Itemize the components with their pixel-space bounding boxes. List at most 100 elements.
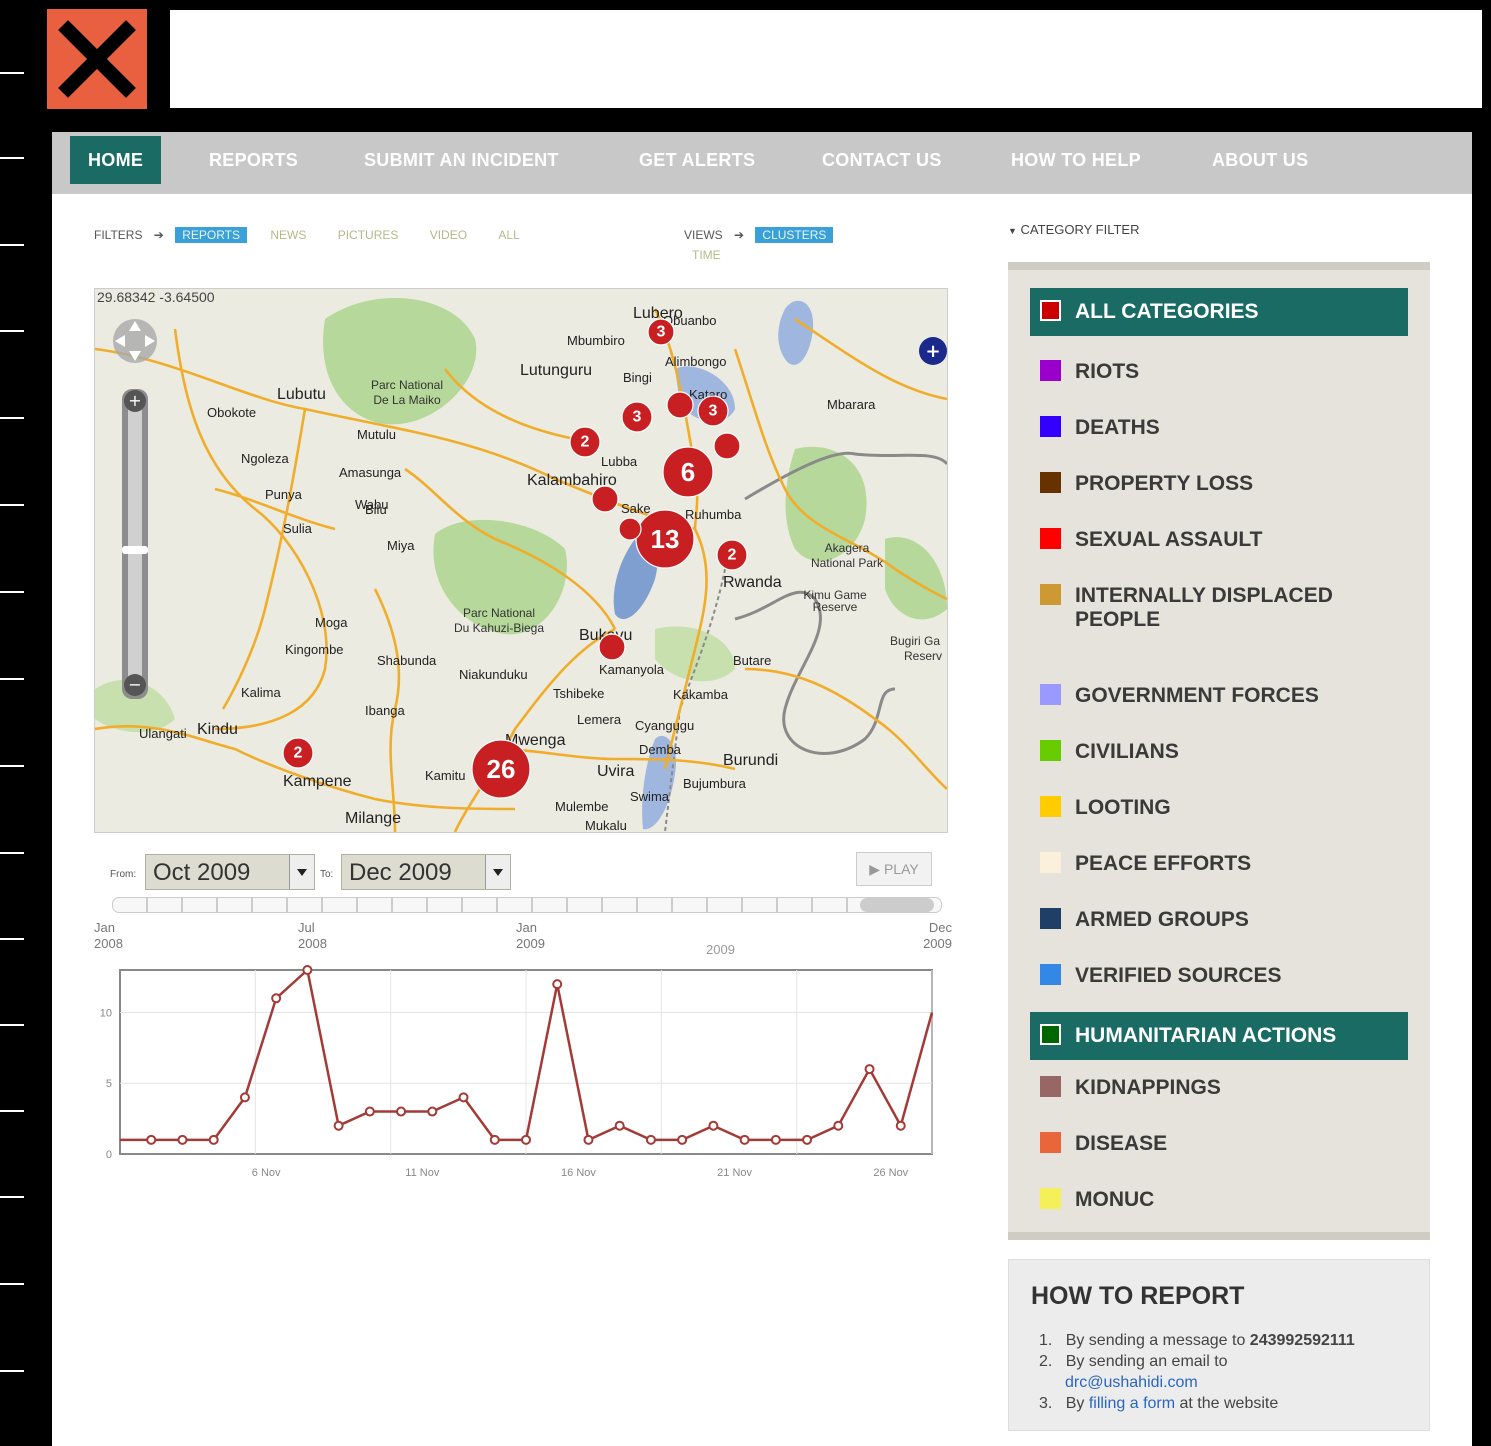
cluster-marker[interactable] xyxy=(618,517,642,541)
nav-contact-us[interactable]: CONTACT US xyxy=(822,136,942,184)
map-place-label: Ibanga xyxy=(365,703,406,718)
item-text: By xyxy=(1065,1395,1089,1412)
filter-video[interactable]: VIDEO xyxy=(430,228,467,242)
report-cluster[interactable] xyxy=(598,633,626,661)
category-label: VERIFIED SOURCES xyxy=(1075,964,1282,987)
category-internally-displaced-people[interactable]: INTERNALLY DISPLACED PEOPLE xyxy=(1030,580,1408,636)
nav-home[interactable]: HOME xyxy=(70,136,162,184)
nav-about-us[interactable]: ABOUT US xyxy=(1212,136,1308,184)
to-select[interactable]: Dec 2009 xyxy=(341,854,511,890)
cluster-count: 3 xyxy=(657,324,666,341)
map-coords: 29.68342 -3.64500 xyxy=(97,289,215,305)
report-cluster[interactable] xyxy=(713,432,741,460)
nav-how-to-help[interactable]: HOW TO HELP xyxy=(1011,136,1141,184)
view-time[interactable]: TIME xyxy=(692,248,721,262)
report-cluster[interactable] xyxy=(591,485,619,513)
chart-point xyxy=(833,1120,844,1131)
map-place-label: Wabu xyxy=(355,497,388,512)
category-verified-sources[interactable]: VERIFIED SOURCES xyxy=(1030,960,1408,992)
close-button[interactable] xyxy=(47,9,147,109)
report-cluster[interactable] xyxy=(618,517,642,541)
slider-range[interactable] xyxy=(860,898,934,912)
map-place-label: National Park xyxy=(811,556,884,570)
svg-text:+: + xyxy=(925,341,940,362)
filter-news[interactable]: NEWS xyxy=(270,228,306,242)
chart-point xyxy=(739,1134,750,1145)
chart-xtick: 16 Nov xyxy=(561,1167,596,1179)
close-icon xyxy=(58,20,136,98)
report-cluster[interactable]: 3 xyxy=(647,318,675,346)
email-link[interactable]: drc@ushahidi.com xyxy=(1065,1374,1198,1391)
report-cluster[interactable]: 2 xyxy=(282,737,314,769)
nav-get-alerts[interactable]: GET ALERTS xyxy=(639,136,755,184)
category-all-categories[interactable]: ALL CATEGORIES xyxy=(1030,288,1408,336)
map-place-label: Parc National xyxy=(463,606,535,620)
cluster-marker[interactable] xyxy=(598,633,626,661)
cluster-marker[interactable] xyxy=(713,432,741,460)
from-select[interactable]: Oct 2009 xyxy=(145,854,315,890)
report-cluster[interactable]: 2 xyxy=(569,426,601,458)
category-property-loss[interactable]: PROPERTY LOSS xyxy=(1030,468,1408,500)
cluster-count: 2 xyxy=(728,547,737,564)
title-bar xyxy=(170,10,1482,108)
filter-pictures[interactable]: PICTURES xyxy=(338,228,399,242)
category-label: CIVILIANS xyxy=(1075,740,1179,763)
map-place-label: Du Kahuzi-Biega xyxy=(454,621,544,635)
category-disease[interactable]: DISEASE xyxy=(1030,1128,1408,1160)
filter-reports[interactable]: REPORTS xyxy=(175,227,247,243)
view-clusters[interactable]: CLUSTERS xyxy=(755,227,834,243)
report-item: 3. By filling a form at the website xyxy=(1039,1393,1355,1414)
report-cluster[interactable] xyxy=(666,391,694,419)
map-view[interactable]: + − + Lubero Mbumbiro Alimbongo Lutunguru Bi… xyxy=(94,288,948,833)
chart-point xyxy=(864,1064,875,1075)
category-peace-efforts[interactable]: PEACE EFFORTS xyxy=(1030,848,1408,880)
map-place-label: Sulia xyxy=(283,521,313,536)
cluster-marker[interactable] xyxy=(666,391,694,419)
map-canvas[interactable]: + − + LuberoMbumbiroAlimbongoLutunguru Bi… xyxy=(95,289,947,832)
category-swatch xyxy=(1040,740,1061,761)
category-monuc[interactable]: MONUC xyxy=(1030,1184,1408,1216)
report-cluster[interactable]: 3 xyxy=(697,395,729,427)
play-button[interactable]: ▶ PLAY xyxy=(856,852,932,886)
form-link[interactable]: filling a form xyxy=(1089,1395,1175,1412)
category-humanitarian-actions[interactable]: HUMANITARIAN ACTIONS xyxy=(1030,1012,1408,1060)
chart-point xyxy=(208,1134,219,1145)
report-cluster[interactable]: 26 xyxy=(471,739,531,799)
category-armed-groups[interactable]: ARMED GROUPS xyxy=(1030,904,1408,936)
ushahidi-page: HOME REPORTS SUBMIT AN INCIDENT GET ALER… xyxy=(52,132,1472,1446)
category-swatch xyxy=(1040,416,1061,437)
item-text: By sending a message to xyxy=(1065,1332,1250,1349)
category-deaths[interactable]: DEATHS xyxy=(1030,412,1408,444)
report-cluster[interactable]: 2 xyxy=(716,539,748,571)
item-number: 1. xyxy=(1039,1332,1053,1349)
category-swatch xyxy=(1040,1132,1061,1153)
map-place-label: Demba xyxy=(639,742,682,757)
report-cluster[interactable]: 6 xyxy=(662,446,714,498)
date-slider[interactable] xyxy=(112,897,942,913)
cluster-count: 13 xyxy=(651,524,680,554)
category-government-forces[interactable]: GOVERNMENT FORCES xyxy=(1030,680,1408,712)
map-place-label: Sake xyxy=(621,501,651,516)
category-sexual-assault[interactable]: SEXUAL ASSAULT xyxy=(1030,524,1408,556)
nav-reports[interactable]: REPORTS xyxy=(209,136,298,184)
category-kidnappings[interactable]: KIDNAPPINGS xyxy=(1030,1072,1408,1104)
category-swatch xyxy=(1040,1076,1061,1097)
chart-ytick: 10 xyxy=(100,1007,112,1019)
map-place-label: Lubba xyxy=(601,454,638,469)
nav-submit-incident[interactable]: SUBMIT AN INCIDENT xyxy=(364,136,559,184)
category-swatch xyxy=(1040,584,1061,605)
chart-point xyxy=(427,1106,438,1117)
category-looting[interactable]: LOOTING xyxy=(1030,792,1408,824)
category-label: ALL CATEGORIES xyxy=(1075,300,1259,323)
category-civilians[interactable]: CIVILIANS xyxy=(1030,736,1408,768)
report-cluster[interactable]: 3 xyxy=(621,401,653,433)
filter-all[interactable]: ALL xyxy=(498,228,519,242)
category-filter-heading[interactable]: ▼ CATEGORY FILTER xyxy=(1008,222,1140,237)
report-cluster[interactable]: 13 xyxy=(635,509,695,569)
svg-text:−: − xyxy=(128,675,141,694)
category-riots[interactable]: RIOTS xyxy=(1030,356,1408,388)
cluster-marker[interactable] xyxy=(591,485,619,513)
chart-ytick: 0 xyxy=(106,1149,112,1161)
map-place-label: Bingi xyxy=(623,370,652,385)
report-item: drc@ushahidi.com xyxy=(1039,1372,1355,1393)
